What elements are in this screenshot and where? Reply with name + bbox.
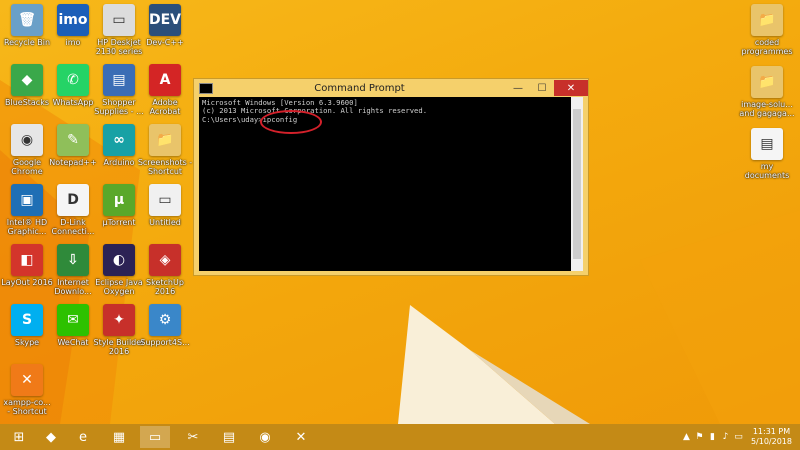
desktop-icon-label: Screenshots - Shortcut (137, 158, 193, 176)
cmd-titlebar[interactable]: Command Prompt — ☐ ✕ (194, 79, 588, 97)
network-icon[interactable]: ▮ (706, 432, 719, 442)
dlink-connect-icon: D (57, 184, 89, 216)
screenshots-shortcut-icon: 📁 (149, 124, 181, 156)
store-taskbar[interactable]: ▦ (104, 426, 134, 448)
chrome-taskbar[interactable]: ◉ (250, 426, 280, 448)
snipping-tool-taskbar[interactable]: ✂ (178, 426, 208, 448)
desktop-icon-image-folder[interactable]: 📁 image-solu... and gagaga... (738, 66, 796, 128)
command-prompt-window[interactable]: Command Prompt — ☐ ✕ Microsoft Windows [… (193, 78, 589, 276)
maximize-button[interactable]: ☐ (530, 80, 554, 96)
desktop-icon-label: image-solu... and gagaga... (739, 100, 795, 118)
bluestacks-icon: ◆ (11, 64, 43, 96)
desktop-icon-label: xampp-co... - Shortcut (3, 398, 51, 416)
console-output[interactable]: Microsoft Windows [Version 6.3.9600] (c) … (199, 97, 571, 271)
desktop-icon-label: SketchUp 2016 (146, 278, 184, 296)
bluestacks-taskbar[interactable]: ◆ (36, 426, 66, 448)
coded-programmes-icon: 📁 (751, 4, 783, 36)
desktop-icon-xampp-control[interactable]: ✕ xampp-co... - Shortcut (0, 364, 56, 424)
desktop-icon-my-documents[interactable]: ▤ my documents (738, 128, 796, 190)
utorrent-icon: µ (103, 184, 135, 216)
shopper-supplies-icon: ▤ (103, 64, 135, 96)
volume-icon[interactable]: ♪ (719, 432, 732, 442)
minimize-button[interactable]: — (506, 80, 530, 96)
vertical-scrollbar[interactable] (571, 97, 583, 271)
desktop-icon-sketchup-2016[interactable]: ◈ SketchUp 2016 (136, 244, 194, 306)
sketchup-2016-icon: ◈ (149, 244, 181, 276)
layout-2016-icon: ◧ (11, 244, 43, 276)
notepad-plus-plus-icon: ✎ (57, 124, 89, 156)
google-chrome-icon: ◉ (11, 124, 43, 156)
eclipse-java-icon: ◐ (103, 244, 135, 276)
close-button[interactable]: ✕ (554, 80, 588, 96)
desktop-icon-label: coded programmes (741, 38, 793, 56)
desktop-icon-label: Dev-C++ (146, 38, 184, 47)
desktop: 🗑 Recycle Bin imo imo ▭ HP Deskjet 2130 serie… (0, 0, 800, 424)
desktop-icon-untitled[interactable]: ▭ Untitled (136, 184, 194, 246)
untitled-icon: ▭ (149, 184, 181, 216)
desktop-icon-label: Untitled (149, 218, 181, 227)
xampp-taskbar[interactable]: ✕ (286, 426, 316, 448)
desktop-icon-adobe-acrobat[interactable]: A Adobe Acrobat (136, 64, 194, 126)
cmd-app-icon (199, 82, 213, 94)
desktop-icon-label: Adobe Acrobat (149, 98, 181, 116)
window-title: Command Prompt (314, 82, 405, 94)
internet-download-icon: ⇩ (57, 244, 89, 276)
arduino-icon: ∞ (103, 124, 135, 156)
desktop-icon-dev-cpp[interactable]: DEV Dev-C++ (136, 4, 194, 66)
recycle-bin-icon: 🗑 (11, 4, 43, 36)
system-tray: ▲ ⚑ ▮ ♪ ▭ 11:31 PM 5/10/2018 (680, 424, 800, 450)
command-prompt-taskbar[interactable]: ▭ (140, 426, 170, 448)
start-button[interactable]: ⊞ (4, 426, 34, 448)
desktop-icon-label: Support4S... (140, 338, 190, 347)
wechat-icon: ✉ (57, 304, 89, 336)
skype-icon: S (11, 304, 43, 336)
taskbar: ⊞ ◆ e ▦ ▭ ✂ ▤ ◉ ✕ ▲ ⚑ ▮ ♪ ▭ 11:31 PM 5/10/2018 (0, 424, 800, 450)
ipconfig-highlight-circle (260, 110, 322, 134)
console-line: C:\Users\uday>ipconfig (202, 114, 298, 124)
clock-time: 11:31 PM (752, 427, 791, 436)
desktop-icon-label: my documents (744, 162, 790, 180)
scroll-thumb[interactable] (573, 109, 581, 259)
hp-deskjet-icon: ▭ (103, 4, 135, 36)
my-documents-icon: ▤ (751, 128, 783, 160)
clock-date: 5/10/2018 (750, 437, 792, 446)
desktop-icon-coded-programmes[interactable]: 📁 coded programmes (738, 4, 796, 66)
adobe-acrobat-icon: A (149, 64, 181, 96)
file-explorer-taskbar[interactable]: ▤ (214, 426, 244, 448)
image-folder-icon: 📁 (751, 66, 783, 98)
imo-icon: imo (57, 4, 89, 36)
intel-hd-graphics-icon: ▣ (11, 184, 43, 216)
support4s-icon: ⚙ (149, 304, 181, 336)
action-center-flag-icon[interactable]: ⚑ (693, 432, 706, 442)
style-builder-icon: ✦ (103, 304, 135, 336)
internet-explorer-taskbar[interactable]: e (68, 426, 98, 448)
clock[interactable]: 11:31 PM 5/10/2018 (745, 427, 800, 447)
whatsapp-icon: ✆ (57, 64, 89, 96)
desktop-icon-support4s[interactable]: ⚙ Support4S... (136, 304, 194, 366)
battery-icon[interactable]: ▭ (732, 432, 745, 442)
xampp-control-icon: ✕ (11, 364, 43, 396)
dev-cpp-icon: DEV (149, 4, 181, 36)
show-hidden-icons-icon[interactable]: ▲ (680, 432, 693, 442)
desktop-icon-screenshots-shortcut[interactable]: 📁 Screenshots - Shortcut (136, 124, 194, 186)
